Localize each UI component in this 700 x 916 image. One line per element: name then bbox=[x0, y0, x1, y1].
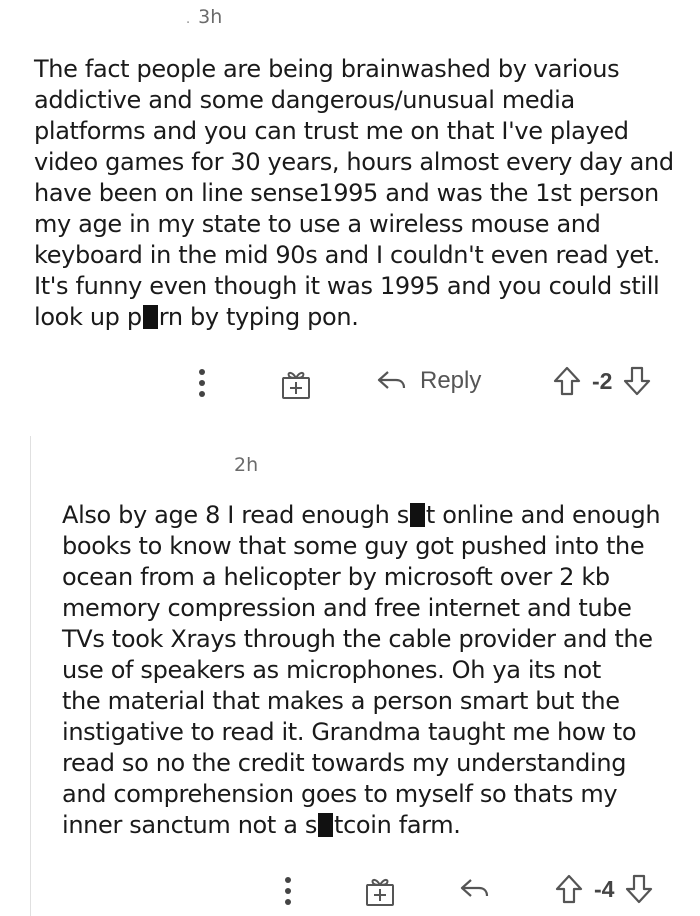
comment-line: TVs took Xrays through the cable provide… bbox=[62, 625, 653, 653]
comment-1: . 3h The fact people are being brainwashe… bbox=[0, 0, 700, 410]
comment-line: and comprehension goes to myself so that… bbox=[62, 780, 618, 808]
comment-line: books to know that some guy got pushed i… bbox=[62, 532, 645, 560]
censor-block bbox=[142, 305, 158, 329]
comment-text-fragment: t online and enough bbox=[425, 501, 661, 529]
comment-meta: 2h bbox=[234, 454, 258, 476]
comment-line: instigative to read it. Grandma taught m… bbox=[62, 718, 637, 746]
comment-time: 2h bbox=[234, 454, 259, 476]
comment-line: the material that makes a person smart b… bbox=[62, 687, 620, 715]
comment-text-fragment: tcoin farm. bbox=[334, 811, 461, 839]
comment-line: ocean from a helicopter by microsoft ove… bbox=[62, 563, 610, 591]
vote-controls: -2 bbox=[552, 364, 652, 398]
more-vertical-icon bbox=[285, 877, 291, 905]
comment-line: look up p rn by typing pon. bbox=[34, 302, 684, 333]
comment-line: read so no the credit towards my underst… bbox=[62, 749, 627, 777]
reply-arrow-icon bbox=[377, 371, 406, 389]
more-vertical-icon bbox=[199, 369, 205, 397]
comment-text-fragment: inner sanctum not a s bbox=[62, 811, 318, 839]
award-icon bbox=[282, 371, 310, 399]
reply-arrow-icon bbox=[460, 879, 489, 897]
comment-line: keyboard in the mid 90s and I couldn't e… bbox=[34, 241, 661, 269]
upvote-arrow-icon[interactable] bbox=[554, 872, 584, 906]
censor-block bbox=[318, 813, 334, 837]
separator-dot: . bbox=[186, 12, 191, 27]
comment-2: 2h Also by age 8 I read enough s t online… bbox=[0, 430, 700, 916]
comment-line: It's funny even though it was 1995 and y… bbox=[34, 272, 660, 300]
reply-button[interactable]: Reply bbox=[374, 364, 481, 398]
vote-controls: -4 bbox=[554, 872, 654, 906]
comment-line: video games for 30 years, hours almost e… bbox=[34, 148, 674, 176]
comment-text-fragment: rn by typing pon. bbox=[158, 303, 359, 331]
comment-line: addictive and some dangerous/unusual med… bbox=[34, 86, 575, 114]
award-button[interactable] bbox=[279, 367, 313, 401]
downvote-arrow-icon[interactable] bbox=[622, 364, 652, 398]
reply-button[interactable] bbox=[457, 872, 491, 906]
comment-line: have been on line sense1995 and was the … bbox=[34, 179, 659, 207]
vote-score: -4 bbox=[594, 875, 615, 902]
more-options-button[interactable] bbox=[278, 874, 298, 908]
comment-line: Also by age 8 I read enough s t online an… bbox=[62, 500, 692, 531]
award-button[interactable] bbox=[363, 874, 397, 908]
censor-block bbox=[409, 503, 425, 527]
comment-body: The fact people are being brainwashed by… bbox=[34, 54, 684, 333]
award-icon bbox=[366, 878, 394, 906]
vote-score: -2 bbox=[592, 367, 613, 394]
comment-time: 3h bbox=[198, 6, 223, 28]
comment-line: inner sanctum not a s tcoin farm. bbox=[62, 810, 692, 841]
comment-line: my age in my state to use a wireless mou… bbox=[34, 210, 601, 238]
upvote-arrow-icon[interactable] bbox=[552, 364, 582, 398]
comment-meta: . 3h bbox=[186, 6, 222, 28]
comment-line: The fact people are being brainwashed by… bbox=[34, 55, 620, 83]
comment-line: memory compression and free internet and… bbox=[62, 594, 632, 622]
comment-line: use of speakers as microphones. Oh ya it… bbox=[62, 656, 601, 684]
comment-text-fragment: look up p bbox=[34, 303, 142, 331]
comment-line: platforms and you can trust me on that I… bbox=[34, 117, 629, 145]
more-options-button[interactable] bbox=[192, 366, 212, 400]
comment-body: Also by age 8 I read enough s t online an… bbox=[62, 500, 692, 841]
comment-text-fragment: Also by age 8 I read enough s bbox=[62, 501, 409, 529]
downvote-arrow-icon[interactable] bbox=[624, 872, 654, 906]
reply-label: Reply bbox=[420, 367, 482, 394]
